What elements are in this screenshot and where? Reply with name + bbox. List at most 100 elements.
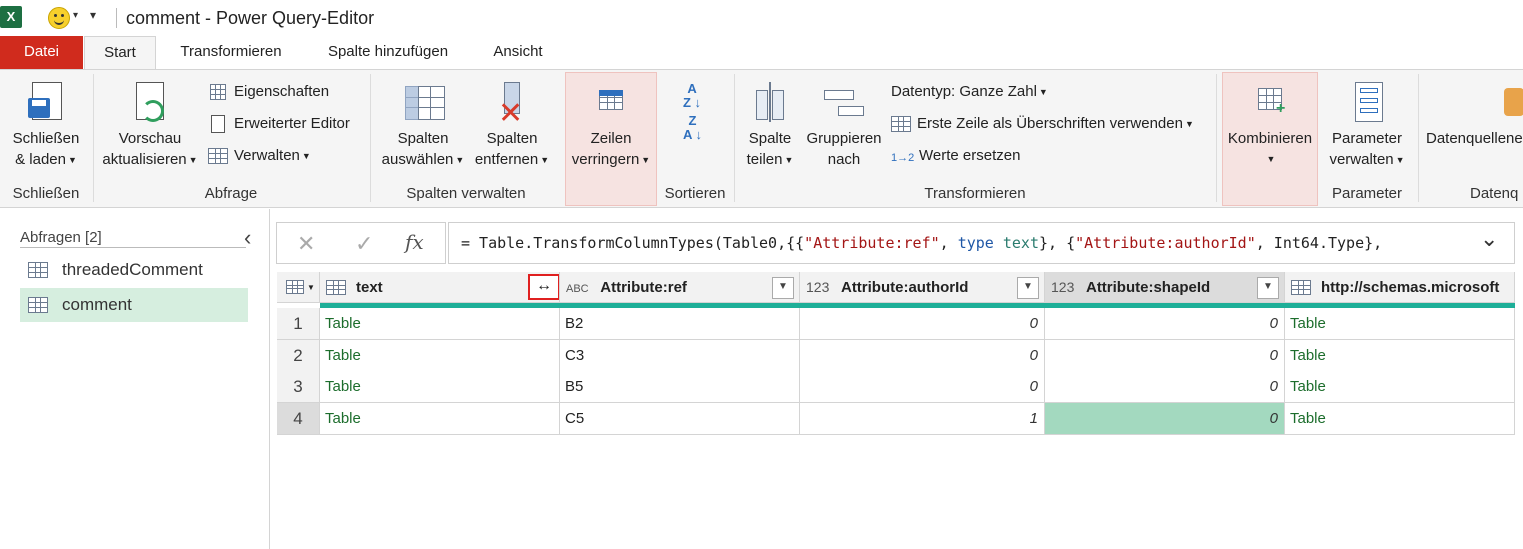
- row-number[interactable]: 4: [277, 403, 320, 435]
- replace-values-icon: 1→2: [891, 152, 915, 165]
- choose-columns-label-2: auswählen ▼: [381, 151, 465, 168]
- reduce-rows-label-1: Zeilen: [590, 130, 632, 147]
- tab-spalte-hinzufuegen[interactable]: Spalte hinzufügen: [312, 36, 464, 69]
- table-cell[interactable]: Table: [1285, 308, 1515, 340]
- refresh-preview-button[interactable]: Vorschau aktualisieren ▼: [98, 80, 202, 171]
- table-cell[interactable]: Table: [1285, 340, 1515, 372]
- queries-pane: Abfragen [2] ‹ threadedComment comment: [0, 209, 270, 549]
- column-header-attribute-ref[interactable]: ABC Attribute:ref ▼: [560, 272, 800, 303]
- manage-button[interactable]: Verwalten ▼: [208, 145, 311, 167]
- table-cell[interactable]: 0: [800, 308, 1045, 340]
- group-separator: [734, 74, 735, 202]
- choose-columns-button[interactable]: Spalten auswählen ▼: [378, 80, 468, 171]
- table-cell[interactable]: Table: [320, 308, 560, 340]
- group-label-manage-columns: Spalten verwalten: [406, 185, 526, 202]
- replace-values-button[interactable]: 1→2 Werte ersetzen: [891, 145, 1020, 167]
- group-label-query: Abfrage: [204, 185, 258, 202]
- split-column-button[interactable]: Spalte teilen ▼: [740, 80, 800, 171]
- column-filter-button[interactable]: ▼: [1257, 277, 1279, 299]
- chevron-down-icon[interactable]: ⌄: [1480, 226, 1498, 252]
- reduce-rows-icon: [591, 80, 631, 124]
- refresh-preview-label-1: Vorschau: [118, 130, 182, 147]
- close-load-icon: [26, 80, 66, 124]
- properties-button[interactable]: Eigenschaften: [208, 81, 329, 103]
- group-label-transform: Transformieren: [924, 185, 1026, 202]
- table-cell[interactable]: 0: [800, 340, 1045, 372]
- row-number[interactable]: 2: [277, 340, 320, 372]
- data-source-settings-button[interactable]: Datenquellene: [1426, 80, 1523, 149]
- group-separator: [1418, 74, 1419, 202]
- manage-parameters-button[interactable]: Parameter verwalten ▼: [1322, 80, 1412, 171]
- customize-quick-access-icon[interactable]: ▾: [90, 8, 96, 22]
- combine-button[interactable]: + Kombinieren ▼: [1223, 80, 1317, 170]
- table-cell[interactable]: C3: [560, 340, 800, 372]
- formula-buttons: ✕ ✓ fx: [276, 222, 446, 264]
- table-cell[interactable]: 0: [800, 371, 1045, 403]
- tab-datei[interactable]: Datei: [0, 36, 83, 69]
- column-header-label: http://schemas.microsoft: [1321, 279, 1500, 296]
- formula-input[interactable]: = Table.TransformColumnTypes(Table0,{{"A…: [448, 222, 1515, 264]
- title-separator: [116, 8, 117, 28]
- close-load-button[interactable]: Schließen & laden ▼: [6, 80, 86, 171]
- ribbon: Schließen & laden ▼ Schließen Vorschau ak…: [0, 69, 1523, 208]
- table-cell[interactable]: C5: [560, 403, 800, 435]
- advanced-editor-icon: [208, 115, 228, 134]
- chevron-down-icon: ▼: [1266, 154, 1276, 164]
- reduce-rows-button[interactable]: Zeilen verringern ▼: [566, 80, 656, 171]
- column-header-attribute-shapeid[interactable]: 123 Attribute:shapeId ▼: [1045, 272, 1285, 303]
- table-cell[interactable]: Table: [1285, 403, 1515, 435]
- column-header-text[interactable]: text ↔: [320, 272, 560, 303]
- table-cell[interactable]: 1: [800, 403, 1045, 435]
- row-number[interactable]: 1: [277, 308, 320, 340]
- table-icon: [28, 262, 48, 278]
- cancel-icon[interactable]: ✕: [297, 231, 315, 257]
- column-filter-button[interactable]: ▼: [1017, 277, 1039, 299]
- remove-columns-label-2: entfernen ▼: [474, 151, 550, 168]
- confirm-icon[interactable]: ✓: [355, 231, 373, 257]
- collapse-pane-icon[interactable]: ‹: [244, 225, 251, 251]
- remove-columns-button[interactable]: ✕ Spalten entfernen ▼: [470, 80, 554, 171]
- group-label-close: Schließen: [12, 185, 80, 202]
- refresh-preview-label-2: aktualisieren ▼: [102, 151, 198, 168]
- manage-parameters-label-1: Parameter: [1331, 130, 1403, 147]
- table-cell[interactable]: B2: [560, 308, 800, 340]
- tab-ansicht[interactable]: Ansicht: [478, 36, 558, 69]
- group-label-parameters: Parameter: [1331, 185, 1403, 202]
- table-cell[interactable]: 0: [1045, 308, 1285, 340]
- group-by-icon: [824, 80, 864, 124]
- selected-cell[interactable]: 0: [1045, 403, 1285, 435]
- table-cell[interactable]: B5: [560, 371, 800, 403]
- table-cell[interactable]: Table: [320, 340, 560, 372]
- reduce-rows-label-2: verringern ▼: [571, 151, 651, 168]
- table-menu-button[interactable]: ▼: [277, 272, 320, 303]
- fx-icon[interactable]: fx: [405, 230, 424, 254]
- group-by-label-1: Gruppieren: [806, 130, 882, 147]
- chevron-down-icon[interactable]: ▾: [73, 10, 78, 21]
- column-header-attribute-authorid[interactable]: 123 Attribute:authorId ▼: [800, 272, 1045, 303]
- row-number[interactable]: 3: [277, 371, 320, 403]
- column-filter-button[interactable]: ▼: [772, 277, 794, 299]
- table-cell[interactable]: 0: [1045, 340, 1285, 372]
- data-grid: ▼ text ↔ ABC Attribute:ref ▼ 123 Attribu…: [277, 272, 1515, 435]
- group-by-button[interactable]: Gruppieren nach: [802, 80, 886, 170]
- sort-ascending-icon[interactable]: AZ ↓: [683, 82, 701, 110]
- sort-descending-icon[interactable]: ZA ↓: [683, 114, 702, 142]
- tab-transformieren[interactable]: Transformieren: [162, 36, 300, 69]
- table-icon: [28, 297, 48, 313]
- query-item-comment[interactable]: comment: [20, 288, 248, 322]
- tab-start[interactable]: Start: [84, 36, 156, 70]
- first-row-headers-button[interactable]: Erste Zeile als Überschriften verwenden ▼: [891, 113, 1194, 135]
- column-header-http-schemas[interactable]: http://schemas.microsoft: [1285, 272, 1515, 303]
- table-cell[interactable]: Table: [320, 371, 560, 403]
- table-cell[interactable]: Table: [1285, 371, 1515, 403]
- data-type-dropdown[interactable]: Datentyp: Ganze Zahl ▼: [891, 81, 1048, 103]
- manage-parameters-label-2: verwalten ▼: [1329, 151, 1405, 168]
- table-cell[interactable]: Table: [320, 403, 560, 435]
- group-separator: [93, 74, 94, 202]
- query-item-threadedcomment[interactable]: threadedComment: [20, 253, 248, 287]
- smiley-icon[interactable]: [48, 7, 70, 29]
- combine-label: Kombinieren: [1227, 130, 1313, 147]
- expand-column-icon[interactable]: ↔: [528, 274, 559, 300]
- table-cell[interactable]: 0: [1045, 371, 1285, 403]
- advanced-editor-button[interactable]: Erweiterter Editor: [208, 113, 350, 135]
